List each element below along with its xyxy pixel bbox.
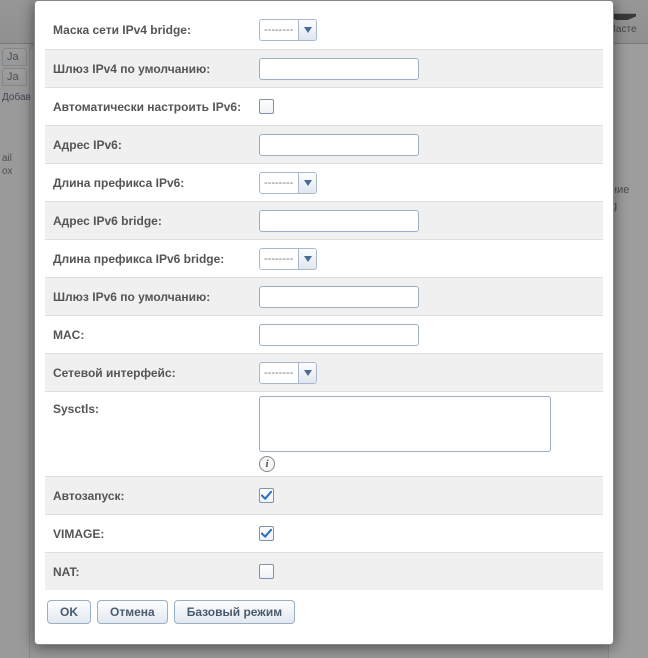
- config-dialog: Маска сети IPv4 bridge:---------Шлюз IPv…: [34, 0, 614, 645]
- form-row: Маска сети IPv4 bridge:---------: [45, 11, 603, 49]
- form-label: Sysctls:: [45, 392, 255, 426]
- text-input[interactable]: [259, 134, 419, 156]
- sysctls-textarea[interactable]: [259, 396, 551, 452]
- form-control: ---------: [255, 15, 603, 45]
- form-row: Шлюз IPv4 по умолчанию:: [45, 49, 603, 87]
- form-control: [255, 320, 603, 350]
- form-row: Автоматически настроить IPv6:: [45, 87, 603, 125]
- chevron-down-icon[interactable]: [298, 249, 316, 269]
- form-control: [255, 484, 603, 507]
- form-row: MAC:: [45, 315, 603, 353]
- chevron-down-icon[interactable]: [298, 173, 316, 193]
- form-row: Длина префикса IPv6 bridge:---------: [45, 239, 603, 277]
- combo-value: ---------: [260, 249, 298, 269]
- form-control: [255, 522, 603, 545]
- combo-select[interactable]: ---------: [259, 248, 317, 270]
- form-label: VIMAGE:: [45, 517, 255, 551]
- checkbox[interactable]: [259, 488, 274, 503]
- form-control: i: [255, 392, 603, 476]
- form-label: Длина префикса IPv6 bridge:: [45, 242, 255, 276]
- text-input[interactable]: [259, 286, 419, 308]
- cancel-button[interactable]: Отмена: [97, 600, 168, 624]
- dialog-scroll[interactable]: Маска сети IPv4 bridge:---------Шлюз IPv…: [39, 5, 609, 640]
- combo-value: ---------: [260, 173, 298, 193]
- form-row: Sysctls: i: [45, 391, 603, 476]
- combo-value: ---------: [260, 363, 298, 383]
- form-row: Длина префикса IPv6:---------: [45, 163, 603, 201]
- form-label: MAC:: [45, 318, 255, 352]
- form-control: ---------: [255, 244, 603, 274]
- form-control: [255, 560, 603, 583]
- chevron-down-icon[interactable]: [298, 363, 316, 383]
- form-label: Шлюз IPv4 по умолчанию:: [45, 52, 255, 86]
- combo-select[interactable]: ---------: [259, 172, 317, 194]
- form-row: Адрес IPv6 bridge:: [45, 201, 603, 239]
- form-row: Адрес IPv6:: [45, 125, 603, 163]
- form-control: [255, 130, 603, 160]
- form-label: Длина префикса IPv6:: [45, 166, 255, 200]
- form-control: ---------: [255, 168, 603, 198]
- combo-value: ---------: [260, 20, 298, 40]
- text-input[interactable]: [259, 58, 419, 80]
- form-label: Сетевой интерфейс:: [45, 356, 255, 390]
- info-icon[interactable]: i: [259, 456, 275, 472]
- form-row: VIMAGE:: [45, 514, 603, 552]
- combo-select[interactable]: ---------: [259, 362, 317, 384]
- form-control: [255, 282, 603, 312]
- checkbox[interactable]: [259, 526, 274, 541]
- form-control: [255, 206, 603, 236]
- form-row: Автозапуск:: [45, 476, 603, 514]
- basic-mode-button[interactable]: Базовый режим: [174, 600, 295, 624]
- form-control: [255, 54, 603, 84]
- form-label: Автозапуск:: [45, 479, 255, 513]
- form-label: Адрес IPv6 bridge:: [45, 204, 255, 238]
- text-input[interactable]: [259, 210, 419, 232]
- chevron-down-icon[interactable]: [298, 20, 316, 40]
- combo-select[interactable]: ---------: [259, 19, 317, 41]
- form-row: Шлюз IPv6 по умолчанию:: [45, 277, 603, 315]
- form-row: Сетевой интерфейс:---------: [45, 353, 603, 391]
- checkbox[interactable]: [259, 564, 274, 579]
- dialog-button-bar: OK Отмена Базовый режим: [45, 590, 603, 634]
- form-label: Шлюз IPv6 по умолчанию:: [45, 280, 255, 314]
- form-control: [255, 95, 603, 118]
- form-label: Адрес IPv6:: [45, 128, 255, 162]
- form-label: Маска сети IPv4 bridge:: [45, 13, 255, 47]
- checkbox[interactable]: [259, 99, 274, 114]
- ok-button[interactable]: OK: [47, 600, 91, 624]
- form-control: ---------: [255, 358, 603, 388]
- form-row: NAT:: [45, 552, 603, 590]
- form-label: NAT:: [45, 555, 255, 589]
- text-input[interactable]: [259, 324, 419, 346]
- form-label: Автоматически настроить IPv6:: [45, 90, 255, 124]
